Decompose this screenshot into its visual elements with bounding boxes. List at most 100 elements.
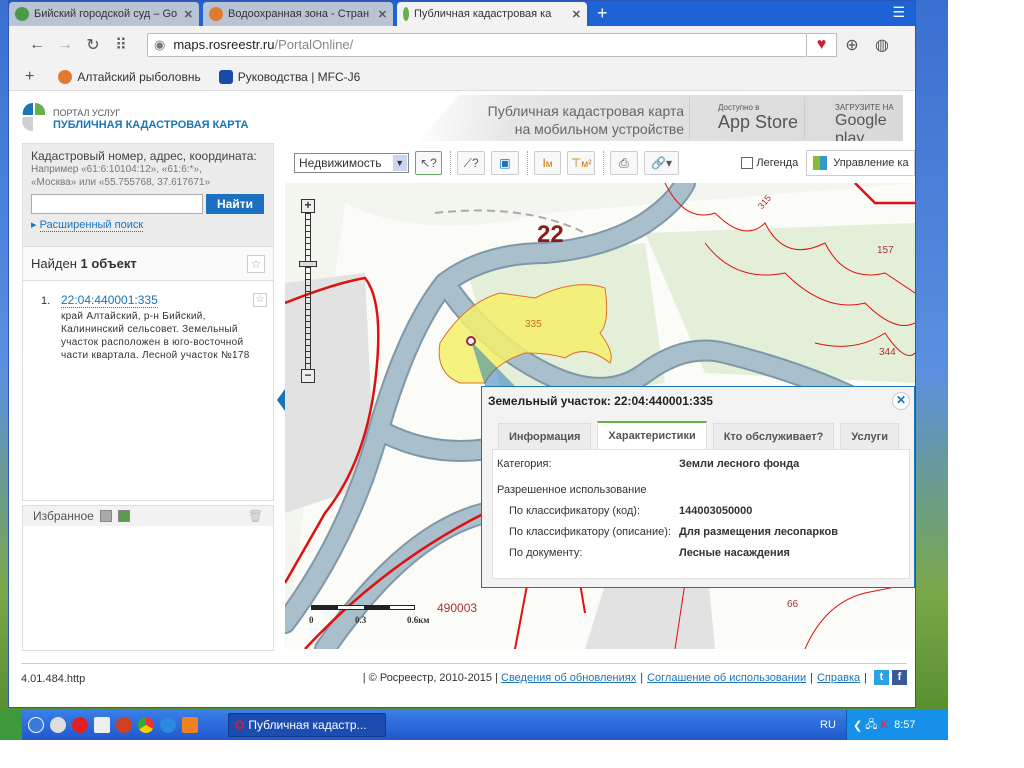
zoom-slider-track[interactable] [305,213,311,369]
close-tab-icon[interactable]: ✕ [572,8,581,21]
portal-header: ПОРТАЛ УСЛУГ ПУБЛИЧНАЯ КАДАСТРОВАЯ КАРТА… [9,91,915,143]
advanced-search-link[interactable]: ▸ Расширенный поиск [31,218,265,232]
portal-logo[interactable] [21,101,45,133]
characteristics-panel: Категория: Земли лесного фонда Разрешенно… [492,449,910,579]
google-play-link[interactable]: ЗАГРУЗИТЕ НА Google play [804,97,903,141]
opera-icon: O [235,718,245,732]
legend-toggle[interactable]: Легенда [741,157,798,169]
chrome-icon[interactable] [138,717,154,733]
map-label: 490003 [437,601,478,615]
google-maps-icon [15,7,29,21]
rosreestr-icon [403,7,409,21]
tab-court[interactable]: Бийский городской суд – Go ✕ [9,2,199,26]
app-icon[interactable] [182,717,198,733]
back-icon[interactable]: ← [23,36,51,54]
document-icon[interactable] [94,717,110,733]
url-field[interactable]: ◉ maps.rosreestr.ru/PortalOnline/ [147,32,807,57]
results-header: Найден 1 объект ☆ [22,247,274,281]
collapse-panel-handle[interactable] [277,389,285,411]
taskbar-item-browser[interactable]: O Публичная кадастр... [228,713,386,737]
excel-import-icon[interactable] [117,510,130,522]
layer-select[interactable]: Недвижимость ▼ [294,153,409,173]
parcel-info-popup: Земельный участок: 22:04:440001:335 ✕ Ин… [481,386,915,588]
forward-icon[interactable]: → [51,36,79,54]
popup-tabs: Информация Характеристики Кто обслуживае… [498,421,905,449]
site-info-icon[interactable]: ◉ [154,37,165,53]
terms-link[interactable]: Соглашение об использовании [647,672,806,684]
legend-checkbox[interactable] [741,157,754,169]
add-bookmark-icon[interactable]: + [25,68,34,86]
scale-bar [311,605,415,610]
close-tab-icon[interactable]: ✕ [378,8,387,21]
zoom-out-button[interactable]: − [301,369,315,383]
close-tab-icon[interactable]: ✕ [184,8,193,21]
popup-title: Земельный участок: 22:04:440001:335 [488,394,713,408]
profile-icon[interactable]: ◍ [867,35,897,55]
area-query-button[interactable]: ▣ [491,151,519,175]
mobile-banner: Публичная кадастровая карта на мобильном … [419,95,903,141]
apps-grid-icon[interactable]: ⠿ [107,35,135,55]
app-icon[interactable] [116,717,132,733]
reload-icon[interactable]: ↻ [79,35,107,55]
clock[interactable]: 8:57 [894,719,915,731]
identify-tool-button[interactable]: ↖? [414,151,443,175]
tab-water-zone[interactable]: Водоохранная зона - Стран ✕ [203,2,393,26]
trash-icon[interactable]: 🗑 [248,509,263,523]
bookmark-fishing[interactable]: Алтайский рыболовнь [58,69,201,84]
new-tab-button[interactable]: + [597,3,608,24]
facebook-icon[interactable]: f [892,670,907,685]
tab-who-serves[interactable]: Кто обслуживает? [712,423,835,449]
zoom-in-button[interactable]: + [301,199,315,213]
tray-expand-icon[interactable]: ❮ [853,719,862,732]
bookmarks-bar: + Алтайский рыболовнь Руководства | MFC-… [9,63,915,91]
heart-icon[interactable]: ♥ [807,32,837,57]
star-icon[interactable]: ☆ [253,293,267,307]
star-icon[interactable]: ☆ [247,254,265,273]
page-footer: 4.01.484.http | © Росреестр, 2010-2015 |… [21,663,907,693]
region-label: 22 [537,221,564,248]
print-button[interactable]: ⎙ [610,151,638,175]
twitter-icon[interactable]: t [874,670,889,685]
language-indicator[interactable]: RU [820,719,836,731]
layers-icon [813,156,828,170]
search-input[interactable] [31,194,203,214]
download-icon[interactable]: ⊕ [837,35,867,55]
opera-icon[interactable] [72,717,88,733]
version-label: 4.01.484.http [21,673,86,685]
result-link[interactable]: 22:04:440001:335 [61,293,158,308]
measure-area-button[interactable]: ⊤м² [567,151,596,175]
close-icon[interactable]: ✕ [892,392,910,410]
excel-export-icon[interactable] [99,510,112,522]
updates-link[interactable]: Сведения об обновлениях [501,672,636,684]
measure-distance-button[interactable]: Iм [533,151,562,175]
app-store-link[interactable]: Доступно в App Store [689,97,799,139]
search-button[interactable]: Найти [206,194,264,214]
search-panel: Кадастровый номер, адрес, координата: На… [22,143,274,247]
map-label: 344 [879,347,896,358]
tab-information[interactable]: Информация [498,423,592,449]
link-button[interactable]: 🔗▾ [643,151,680,175]
ie-icon[interactable] [28,717,44,733]
map-label: 157 [877,245,894,256]
bookmark-manuals[interactable]: Руководства | MFC-J6 [218,69,360,84]
zoom-control: + − [299,199,317,383]
site-icon [209,7,223,21]
left-panel: Кадастровый номер, адрес, координата: На… [22,143,274,651]
zoom-slider-handle[interactable] [299,261,317,267]
media-player-icon[interactable] [50,717,66,733]
brother-icon [218,69,233,84]
start-button[interactable] [0,710,22,740]
parcel-label: 335 [525,319,542,330]
network-icon[interactable]: 🖧 [865,716,877,735]
tab-services[interactable]: Услуги [840,423,899,449]
kaspersky-icon[interactable]: K [881,719,888,731]
results-list: 1. 22:04:440001:335 край Алтайский, р-н … [22,281,274,501]
sync-icon[interactable] [160,717,176,733]
map-canvas[interactable]: 22 335 157 344 315 66 490003 0 0.3 0.6км… [285,183,915,649]
tab-cadastral-map[interactable]: Публичная кадастровая ка ✕ [397,2,587,26]
line-query-button[interactable]: ⟋? [457,151,486,175]
menu-icon[interactable]: ☰ [892,4,905,21]
layer-management-button[interactable]: Управление ка [806,150,916,176]
help-link[interactable]: Справка [817,672,860,684]
tab-characteristics[interactable]: Характеристики [597,421,707,449]
